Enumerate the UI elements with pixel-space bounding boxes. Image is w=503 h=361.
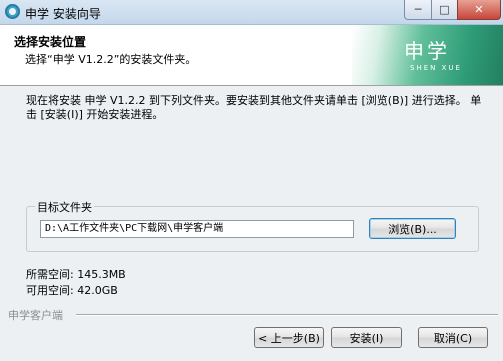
space-required: 所需空间: 145.3MB xyxy=(26,268,126,281)
page-title: 选择安装位置 xyxy=(14,35,87,49)
space-available: 可用空间: 42.0GB xyxy=(26,284,118,297)
window-title: 申学 安装向导 xyxy=(25,7,101,21)
cancel-button[interactable]: 取消(C) xyxy=(418,327,488,348)
back-button[interactable]: < 上一步(B) xyxy=(254,327,324,348)
footer-divider xyxy=(76,314,498,316)
target-folder-label: 目标文件夹 xyxy=(35,199,94,215)
title-bar: 申学 安装向导 ─ □ ✕ xyxy=(0,0,503,25)
browse-button[interactable]: 浏览(B)... xyxy=(369,218,456,239)
minimize-button[interactable]: ─ xyxy=(404,0,432,20)
app-icon xyxy=(5,4,20,19)
brand-logo: 申学 SHEN XUE xyxy=(352,25,503,85)
page-subtitle: 选择“申学 V1.2.2”的安装文件夹。 xyxy=(25,53,197,66)
install-description: 现在将安装 申学 V1.2.2 到下列文件夹。要安装到其他文件夹请单击 [浏览(… xyxy=(26,94,482,121)
install-button[interactable]: 安装(I) xyxy=(331,327,402,348)
close-button[interactable]: ✕ xyxy=(457,0,501,20)
logo-text: 申学 xyxy=(404,39,450,63)
install-path-input[interactable]: D:\A工作文件夹\PC下载网\申学客户端 xyxy=(40,220,354,238)
maximize-button[interactable]: □ xyxy=(431,0,458,20)
footer-brand: 申学客户端 xyxy=(8,309,63,322)
wizard-header: 选择安装位置 选择“申学 V1.2.2”的安装文件夹。 申学 SHEN XUE xyxy=(0,25,503,86)
logo-subtext: SHEN XUE xyxy=(410,64,462,72)
